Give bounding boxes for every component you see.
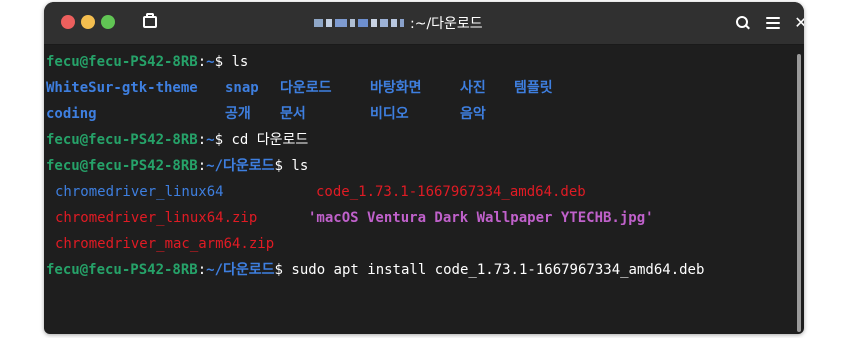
command-line: fecu@fecu-PS42-8RB:~/다운로드$ sudo apt inst… xyxy=(46,260,704,280)
list-item: coding xyxy=(46,106,97,122)
command-text: sudo apt install code_1.73.1-1667967334_… xyxy=(291,262,705,278)
prompt-path: ~/다운로드 xyxy=(206,262,275,278)
list-item: snap xyxy=(225,80,259,96)
prompt-separator: : xyxy=(197,262,207,278)
prompt-path: ~ xyxy=(206,54,215,70)
title-bar: :~/다운로드 ✕ xyxy=(44,2,804,45)
list-item: 바탕화면 xyxy=(370,80,422,96)
prompt-user: fecu@fecu-PS42-8RB xyxy=(46,132,198,148)
list-item: 공개 xyxy=(225,106,251,122)
window-title: :~/다운로드 xyxy=(410,16,483,32)
maximize-window-button[interactable] xyxy=(101,15,115,29)
list-item: 'macOS Ventura Dark Wallpaper YTECHB.jpg… xyxy=(308,210,654,226)
list-item: chromedriver_mac_arm64.zip xyxy=(55,236,275,252)
menu-button[interactable] xyxy=(762,12,784,34)
minimize-window-button[interactable] xyxy=(81,15,95,29)
command-line: fecu@fecu-PS42-8RB:~/다운로드$ ls xyxy=(46,156,308,176)
list-item: chromedriver_linux64.zip xyxy=(55,210,258,226)
command-line: fecu@fecu-PS42-8RB:~$ cd 다운로드 xyxy=(46,130,308,150)
list-item: 다운로드 xyxy=(280,80,332,96)
command-line: fecu@fecu-PS42-8RB:~$ ls xyxy=(46,52,248,72)
new-tab-icon[interactable] xyxy=(141,13,159,31)
prompt-path: ~ xyxy=(206,132,215,148)
close-window-button[interactable] xyxy=(61,15,75,29)
prompt-user: fecu@fecu-PS42-8RB xyxy=(46,54,198,70)
prompt-separator: : xyxy=(197,54,207,70)
search-button[interactable] xyxy=(732,12,754,34)
command-text: ls xyxy=(291,158,309,174)
prompt-symbol: $ xyxy=(214,54,232,70)
prompt-path: ~/다운로드 xyxy=(206,158,275,174)
list-item: 템플릿 xyxy=(514,80,553,96)
close-button[interactable]: ✕ xyxy=(790,12,804,34)
menu-icon xyxy=(766,17,780,29)
list-item: 사진 xyxy=(460,80,486,96)
close-icon: ✕ xyxy=(794,13,804,32)
command-text: cd 다운로드 xyxy=(231,132,309,148)
list-item: WhiteSur-gtk-theme xyxy=(46,80,198,96)
redacted-hostname xyxy=(314,19,404,27)
scrollbar[interactable] xyxy=(797,54,801,332)
list-item: chromedriver_linux64 xyxy=(55,184,224,200)
command-text: ls xyxy=(231,54,249,70)
prompt-user: fecu@fecu-PS42-8RB xyxy=(46,158,198,174)
list-item: code_1.73.1-1667967334_amd64.deb xyxy=(316,184,586,200)
window-title-area: :~/다운로드 xyxy=(314,14,483,32)
search-icon xyxy=(736,16,750,30)
prompt-symbol: $ xyxy=(274,158,292,174)
terminal-output[interactable]: fecu@fecu-PS42-8RB:~$ ls WhiteSur-gtk-th… xyxy=(44,45,804,334)
list-item: 문서 xyxy=(280,106,306,122)
list-item: 비디오 xyxy=(370,106,409,122)
prompt-separator: : xyxy=(197,158,207,174)
prompt-user: fecu@fecu-PS42-8RB xyxy=(46,262,198,278)
list-item: 음악 xyxy=(460,106,486,122)
terminal-window: :~/다운로드 ✕ fecu@fecu-PS42-8RB:~$ ls White… xyxy=(44,2,804,334)
prompt-separator: : xyxy=(197,132,207,148)
prompt-symbol: $ xyxy=(214,132,232,148)
prompt-symbol: $ xyxy=(274,262,292,278)
